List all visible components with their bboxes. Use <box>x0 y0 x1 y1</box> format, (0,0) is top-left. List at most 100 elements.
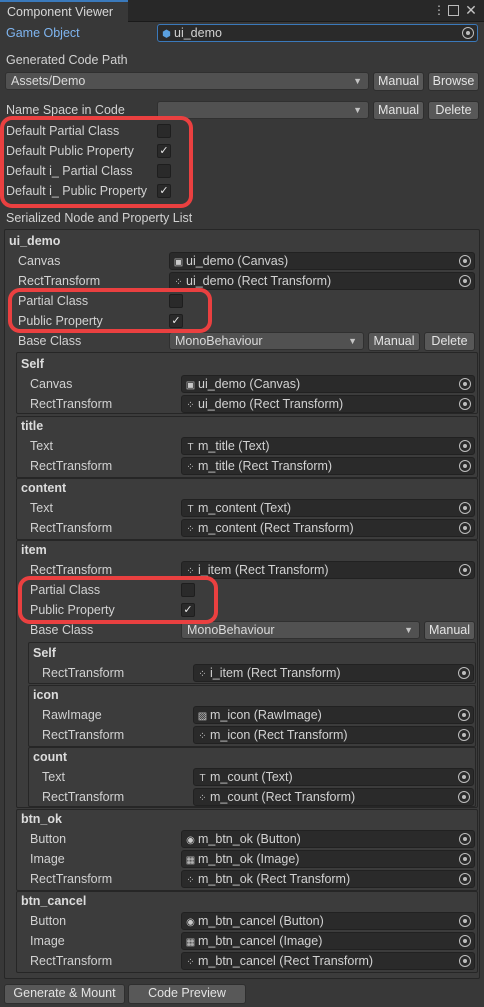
base-class-dropdown[interactable]: MonoBehaviour ▼ <box>169 332 364 350</box>
object-picker-icon[interactable] <box>459 275 471 287</box>
object-picker-icon[interactable] <box>459 833 471 845</box>
image-object-field[interactable]: ▦ m_btn_cancel (Image) <box>181 932 475 950</box>
dropdown-arrow-icon: ▼ <box>353 76 362 86</box>
prop-label: RectTransform <box>30 521 113 535</box>
recttransform-object-field[interactable]: ⁘ i_item (Rect Transform) <box>193 664 474 682</box>
text-object-field[interactable]: Tm_content (Text) <box>181 499 475 517</box>
browse-button[interactable]: Browse <box>428 72 479 91</box>
close-icon[interactable]: ✕ <box>464 3 478 18</box>
prop-label: RectTransform <box>42 790 125 804</box>
base-class-dropdown[interactable]: MonoBehaviour ▼ <box>181 621 420 639</box>
button-icon: ◉ <box>186 835 195 846</box>
object-picker-icon[interactable] <box>459 915 471 927</box>
dropdown-arrow-icon: ▼ <box>353 105 362 115</box>
recttransform-icon: ⁘ <box>198 731 207 742</box>
canvas-icon: ▣ <box>173 257 184 268</box>
prop-label: Image <box>30 934 65 948</box>
generate-mount-button[interactable]: Generate & Mount <box>4 984 125 1004</box>
recttransform-object-field[interactable]: ⁘ m_btn_cancel (Rect Transform) <box>181 952 475 970</box>
prop-label: Text <box>30 439 53 453</box>
prop-label: RectTransform <box>42 728 125 742</box>
recttransform-icon: ⁘ <box>198 669 207 680</box>
text-object-field[interactable]: Tm_title (Text) <box>181 437 475 455</box>
object-picker-icon[interactable] <box>459 522 471 534</box>
object-picker-icon[interactable] <box>459 440 471 452</box>
base-class-manual-button[interactable]: Manual <box>368 332 420 351</box>
code-path-manual-button[interactable]: Manual <box>373 72 424 91</box>
object-picker-icon[interactable] <box>459 935 471 947</box>
recttransform-object-field[interactable]: ⁘ m_title (Rect Transform) <box>181 457 475 475</box>
namespace-delete-button[interactable]: Delete <box>428 101 479 120</box>
object-picker-icon[interactable] <box>459 955 471 967</box>
button-icon: ◉ <box>186 917 195 928</box>
code-path-dropdown[interactable]: Assets/Demo ▼ <box>5 72 369 90</box>
object-picker-icon[interactable] <box>459 255 471 267</box>
recttransform-object-field[interactable]: ⁘ i_item (Rect Transform) <box>181 561 475 579</box>
recttransform-object-field[interactable]: ⁘ ui_demo (Rect Transform) <box>169 272 475 290</box>
prop-label: RectTransform <box>42 666 125 680</box>
prop-label: RectTransform <box>30 954 113 968</box>
object-picker-icon[interactable] <box>459 564 471 576</box>
serialized-list-title: Serialized Node and Property List <box>6 211 193 225</box>
object-picker-icon[interactable] <box>459 853 471 865</box>
rawimage-object-field[interactable]: ▨ m_icon (RawImage) <box>193 706 474 724</box>
maximize-icon[interactable] <box>448 5 459 16</box>
base-class-manual-button[interactable]: Manual <box>424 621 475 640</box>
prop-label: RawImage <box>42 708 102 722</box>
prop-label: Button <box>30 914 67 928</box>
node-title: icon <box>33 688 59 702</box>
object-picker-icon[interactable] <box>458 791 470 803</box>
canvas-icon: ▣ <box>185 380 196 391</box>
tab-component-viewer[interactable]: Component Viewer <box>0 0 128 22</box>
image-icon: ▦ <box>185 855 196 866</box>
recttransform-icon: ⁘ <box>186 462 195 473</box>
code-preview-button[interactable]: Code Preview <box>128 984 246 1004</box>
more-menu-icon[interactable]: ⋮ <box>432 3 446 18</box>
image-icon: ▦ <box>185 937 196 948</box>
text-icon: T <box>187 442 194 453</box>
recttransform-icon: ⁘ <box>186 524 195 535</box>
prop-label: Text <box>30 501 53 515</box>
recttransform-object-field[interactable]: ⁘ ui_demo (Rect Transform) <box>181 395 475 413</box>
prop-label: Canvas <box>30 377 73 391</box>
object-picker-icon[interactable] <box>458 667 470 679</box>
object-picker-icon[interactable] <box>459 460 471 472</box>
object-picker-icon[interactable] <box>459 398 471 410</box>
game-object-field[interactable]: ⬢ ui_demo <box>157 24 478 42</box>
prop-label: Button <box>30 832 67 846</box>
text-object-field[interactable]: Tm_count (Text) <box>193 768 474 786</box>
namespace-dropdown[interactable]: ▼ <box>157 101 369 119</box>
object-picker-icon[interactable] <box>458 771 470 783</box>
recttransform-object-field[interactable]: ⁘ m_content (Rect Transform) <box>181 519 475 537</box>
base-class-delete-button[interactable]: Delete <box>424 332 475 351</box>
recttransform-icon: ⁘ <box>198 793 207 804</box>
object-picker-icon[interactable] <box>459 502 471 514</box>
object-picker-icon[interactable] <box>459 378 471 390</box>
node-title: content <box>21 481 67 495</box>
canvas-object-field[interactable]: ▣ ui_demo (Canvas) <box>169 252 475 270</box>
object-picker-icon[interactable] <box>462 27 474 39</box>
node-title: btn_cancel <box>21 894 87 908</box>
recttransform-icon: ⁘ <box>186 400 195 411</box>
dropdown-arrow-icon: ▼ <box>348 336 357 346</box>
canvas-object-field[interactable]: ▣ ui_demo (Canvas) <box>181 375 475 393</box>
object-picker-icon[interactable] <box>459 873 471 885</box>
highlight-box <box>18 576 218 624</box>
object-picker-icon[interactable] <box>458 709 470 721</box>
node-title: count <box>33 750 68 764</box>
recttransform-object-field[interactable]: ⁘ m_count (Rect Transform) <box>193 788 474 806</box>
button-object-field[interactable]: ◉ m_btn_ok (Button) <box>181 830 475 848</box>
base-class-label: Base Class <box>18 334 82 348</box>
node-title: title <box>21 419 44 433</box>
recttransform-object-field[interactable]: ⁘ m_btn_ok (Rect Transform) <box>181 870 475 888</box>
object-picker-icon[interactable] <box>458 729 470 741</box>
namespace-manual-button[interactable]: Manual <box>373 101 424 120</box>
recttransform-object-field[interactable]: ⁘ m_icon (Rect Transform) <box>193 726 474 744</box>
recttransform-icon: ⁘ <box>186 957 195 968</box>
gameobject-icon: ⬢ <box>162 29 171 40</box>
image-object-field[interactable]: ▦ m_btn_ok (Image) <box>181 850 475 868</box>
node-title: btn_ok <box>21 812 62 826</box>
text-icon: T <box>199 773 206 784</box>
code-path-label: Generated Code Path <box>6 53 128 67</box>
button-object-field[interactable]: ◉ m_btn_cancel (Button) <box>181 912 475 930</box>
